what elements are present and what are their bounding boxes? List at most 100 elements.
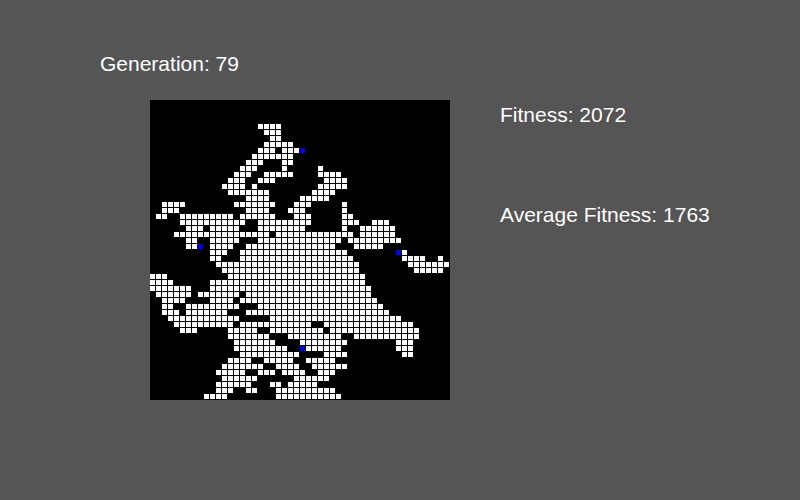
grid-cell (300, 274, 305, 279)
grid-cell (288, 394, 293, 399)
grid-cell (360, 316, 365, 321)
grid-cell (330, 178, 335, 183)
grid-cell (354, 310, 359, 315)
grid-cell (300, 232, 305, 237)
grid-cell (330, 334, 335, 339)
grid-cell (276, 124, 281, 129)
grid-cell (216, 316, 221, 321)
grid-cell (330, 172, 335, 177)
grid-cell (300, 382, 305, 387)
grid-cell (210, 220, 215, 225)
grid-cell (300, 394, 305, 399)
grid-cell (240, 202, 245, 207)
grid-cell (234, 172, 239, 177)
grid-cell (384, 334, 389, 339)
grid-cell (390, 322, 395, 327)
grid-cell (300, 286, 305, 291)
grid-cell (324, 304, 329, 309)
grid-cell (264, 370, 269, 375)
grid-cell (252, 322, 257, 327)
grid-cell (366, 334, 371, 339)
grid-cell (318, 172, 323, 177)
grid-cell (330, 358, 335, 363)
grid-cell (276, 322, 281, 327)
grid-cell (258, 304, 263, 309)
grid-cell (246, 310, 251, 315)
grid-cell (270, 370, 275, 375)
grid-cell (264, 286, 269, 291)
grid-cell (330, 364, 335, 369)
grid-cell (318, 190, 323, 195)
grid-cell (300, 334, 305, 339)
grid-cell (186, 304, 191, 309)
grid-cell (204, 214, 209, 219)
grid-cell (270, 172, 275, 177)
grid-cell (162, 202, 167, 207)
grid-cell (216, 250, 221, 255)
grid-cell (300, 196, 305, 201)
grid-cell (282, 346, 287, 351)
grid-cell (294, 250, 299, 255)
grid-cell (288, 298, 293, 303)
grid-cell (258, 244, 263, 249)
grid-cell (204, 310, 209, 315)
grid-cell (222, 316, 227, 321)
grid-cell (360, 244, 365, 249)
grid-cell (222, 280, 227, 285)
grid-cell (282, 148, 287, 153)
grid-cell (318, 166, 323, 171)
grid-cell (330, 286, 335, 291)
grid-cell (228, 184, 233, 189)
grid-cell (246, 208, 251, 213)
grid-cell (228, 376, 233, 381)
grid-cell (336, 250, 341, 255)
grid-cell (300, 244, 305, 249)
grid-cell (432, 268, 437, 273)
grid-cell (294, 262, 299, 267)
grid-cell (234, 304, 239, 309)
grid-cell (330, 346, 335, 351)
grid-cell (252, 346, 257, 351)
grid-cell (366, 226, 371, 231)
grid-cell (402, 250, 407, 255)
grid-cell (222, 388, 227, 393)
grid-cell (318, 304, 323, 309)
grid-cell (324, 358, 329, 363)
grid-cell (318, 364, 323, 369)
grid-cell (246, 250, 251, 255)
grid-cell (258, 310, 263, 315)
grid-cell (282, 394, 287, 399)
grid-cell (366, 244, 371, 249)
grid-cell (324, 292, 329, 297)
grid-cell (252, 352, 257, 357)
grid-cell (264, 250, 269, 255)
grid-cell (336, 292, 341, 297)
grid-cell (336, 184, 341, 189)
grid-cell (216, 232, 221, 237)
grid-cell (306, 316, 311, 321)
grid-cell (420, 256, 425, 261)
grid-cell (312, 190, 317, 195)
grid-cell (300, 250, 305, 255)
grid-cell (168, 280, 173, 285)
grid-cell (252, 274, 257, 279)
grid-cell (228, 262, 233, 267)
grid-cell (264, 202, 269, 207)
grid-cell (246, 346, 251, 351)
grid-cell (264, 358, 269, 363)
grid-cell (270, 322, 275, 327)
grid-cell (390, 334, 395, 339)
grid-cell (312, 334, 317, 339)
grid-cell (366, 298, 371, 303)
grid-cell (228, 370, 233, 375)
grid-cell (192, 220, 197, 225)
grid-cell (198, 304, 203, 309)
grid-cell (234, 334, 239, 339)
grid-cell (336, 268, 341, 273)
grid-cell (210, 214, 215, 219)
grid-cell (186, 292, 191, 297)
grid-cell (228, 298, 233, 303)
grid-cell (366, 310, 371, 315)
grid-cell (300, 340, 305, 345)
grid-cell (288, 358, 293, 363)
